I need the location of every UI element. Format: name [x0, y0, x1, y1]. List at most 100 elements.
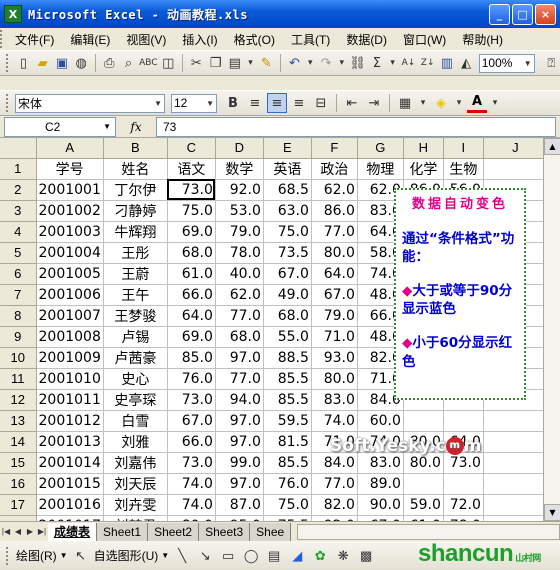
sheet-tab-partial[interactable]: Shee	[250, 522, 292, 541]
data-cell[interactable]: 2001007	[36, 305, 104, 327]
fill-dropdown-icon[interactable]: ▾	[453, 93, 465, 113]
data-cell[interactable]: 刘雅	[103, 431, 168, 453]
data-cell[interactable]: 66.0	[167, 431, 216, 453]
print-preview-icon[interactable]: ⌕	[120, 53, 137, 73]
data-cell[interactable]: 97.0	[215, 347, 264, 369]
formula-input[interactable]: 73	[156, 116, 556, 137]
data-cell[interactable]: 丁尔伊	[103, 179, 168, 201]
first-sheet-icon[interactable]: |◀	[0, 527, 12, 536]
data-cell[interactable]: 64.0	[167, 305, 216, 327]
insert-function-icon[interactable]: fx	[116, 120, 156, 134]
data-cell[interactable]: 73.5	[263, 242, 312, 264]
menu-help[interactable]: 帮助(H)	[454, 31, 511, 48]
data-cell[interactable]: 81.5	[263, 431, 312, 453]
row-header[interactable]: 12	[0, 389, 37, 411]
undo-icon[interactable]: ↶	[286, 53, 303, 73]
font-size-select[interactable]: 12 ▼	[171, 93, 217, 113]
menu-window[interactable]: 窗口(W)	[395, 31, 454, 48]
data-cell[interactable]: 68.0	[215, 326, 264, 348]
undo-dropdown-icon[interactable]: ▾	[305, 53, 315, 73]
data-cell[interactable]	[483, 410, 548, 432]
data-cell[interactable]: 49.0	[263, 284, 312, 306]
font-color-icon[interactable]: A	[467, 93, 487, 113]
data-cell[interactable]: 79.0	[215, 221, 264, 243]
data-cell[interactable]: 王午	[103, 284, 168, 306]
select-objects-icon[interactable]: ↖	[71, 546, 91, 566]
column-header-b[interactable]: B	[103, 138, 168, 159]
data-cell[interactable]: 72.0	[443, 494, 484, 516]
draw-menu-button[interactable]: 绘图(R)	[16, 547, 57, 564]
data-cell[interactable]	[403, 473, 444, 495]
align-right-icon[interactable]: ≡	[289, 93, 309, 113]
data-cell[interactable]	[443, 473, 484, 495]
vertical-scrollbar[interactable]: ▲ ▼	[543, 138, 560, 521]
autoshapes-button[interactable]: 自选图形(U)	[94, 547, 159, 564]
data-cell[interactable]: 2001012	[36, 410, 104, 432]
row-header[interactable]: 17	[0, 494, 37, 516]
drawing-icon[interactable]: ◭	[458, 53, 475, 73]
data-cell[interactable]: 77.0	[215, 368, 264, 390]
column-header-d[interactable]: D	[215, 138, 264, 159]
data-cell[interactable]: 88.5	[263, 347, 312, 369]
data-cell[interactable]: 97.0	[215, 410, 264, 432]
maximize-button[interactable]: □	[512, 4, 533, 25]
arrow-icon[interactable]: ↘	[195, 546, 215, 566]
data-cell[interactable]: 97.0	[215, 473, 264, 495]
data-cell[interactable]: 2001011	[36, 389, 104, 411]
column-label-cell[interactable]: 物理	[357, 158, 404, 180]
data-cell[interactable]	[483, 473, 548, 495]
clip-art-icon[interactable]: ❋	[333, 546, 353, 566]
column-header-g[interactable]: G	[357, 138, 404, 159]
diagram-icon[interactable]: ✿	[310, 546, 330, 566]
text-box-icon[interactable]: ▤	[264, 546, 284, 566]
data-cell[interactable]: 69.0	[167, 326, 216, 348]
data-cell[interactable]: 76.0	[263, 473, 312, 495]
data-cell[interactable]: 85.5	[263, 368, 312, 390]
data-cell[interactable]: 80.0	[311, 368, 358, 390]
font-color-dropdown-icon[interactable]: ▾	[489, 93, 501, 113]
data-cell[interactable]: 73.0	[167, 179, 216, 201]
next-sheet-icon[interactable]: ▶	[24, 527, 36, 536]
data-cell[interactable]	[483, 431, 548, 453]
zoom-select[interactable]: 100% ▼	[478, 53, 535, 73]
sort-ascending-icon[interactable]: A↓	[400, 53, 417, 73]
data-cell[interactable]: 61.0	[167, 263, 216, 285]
row-header[interactable]: 10	[0, 347, 37, 369]
new-icon[interactable]: ▯	[15, 53, 32, 73]
menu-format[interactable]: 格式(O)	[226, 31, 283, 48]
last-sheet-icon[interactable]: ▶|	[36, 527, 48, 536]
data-cell[interactable]: 68.5	[263, 179, 312, 201]
data-cell[interactable]: 67.0	[167, 410, 216, 432]
menu-edit[interactable]: 编辑(E)	[62, 31, 118, 48]
borders-icon[interactable]: ▦	[395, 93, 415, 113]
prev-sheet-icon[interactable]: ◀	[12, 527, 24, 536]
horizontal-scrollbar[interactable]	[297, 523, 560, 540]
data-cell[interactable]: 2001010	[36, 368, 104, 390]
data-cell[interactable]: 刘天辰	[103, 473, 168, 495]
fill-color-icon[interactable]: ◈	[431, 93, 451, 113]
column-header-j[interactable]: J	[483, 138, 548, 159]
data-cell[interactable]: 73.0	[167, 452, 216, 474]
data-cell[interactable]: 2001005	[36, 263, 104, 285]
toolbar-grip[interactable]	[6, 54, 9, 72]
data-cell[interactable]	[483, 452, 548, 474]
data-cell[interactable]: 62.0	[215, 284, 264, 306]
data-cell[interactable]: 66.0	[167, 284, 216, 306]
research-icon[interactable]: ◫	[160, 53, 177, 73]
row-header[interactable]: 11	[0, 368, 37, 390]
data-cell[interactable]	[483, 494, 548, 516]
row-header[interactable]: 4	[0, 221, 37, 243]
row-header[interactable]: 14	[0, 431, 37, 453]
data-cell[interactable]: 69.0	[167, 221, 216, 243]
sheet-tab-sheet2[interactable]: Sheet2	[148, 522, 200, 541]
column-header-h[interactable]: H	[403, 138, 444, 159]
close-button[interactable]: ×	[535, 4, 556, 25]
toolbar-grip[interactable]	[6, 94, 9, 112]
chart-wizard-icon[interactable]: ▥	[438, 53, 455, 73]
data-cell[interactable]: 76.0	[167, 368, 216, 390]
increase-indent-icon[interactable]: ⇥	[364, 93, 384, 113]
data-cell[interactable]: 75.0	[263, 221, 312, 243]
paste-dropdown-icon[interactable]: ▾	[245, 53, 255, 73]
data-cell[interactable]: 75.0	[263, 494, 312, 516]
oval-icon[interactable]: ◯	[241, 546, 261, 566]
